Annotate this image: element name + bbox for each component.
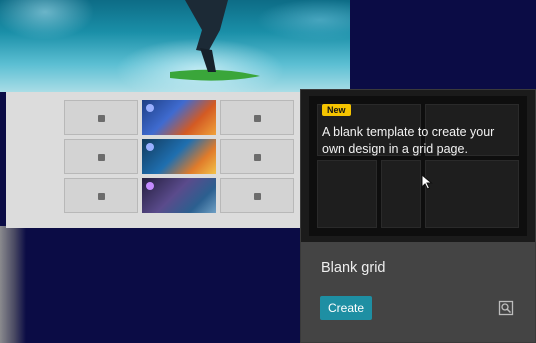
new-badge: New <box>322 104 351 116</box>
placeholder-cell <box>220 139 294 174</box>
image-placeholder-icon <box>254 114 261 122</box>
media-badge-icon <box>146 143 154 151</box>
preview-icon[interactable] <box>498 300 514 316</box>
media-thumbnail <box>142 178 216 213</box>
image-placeholder-icon <box>254 192 261 200</box>
placeholder-cell <box>64 139 138 174</box>
preview-row <box>64 139 296 174</box>
image-placeholder-icon <box>98 192 105 200</box>
template-layout-preview <box>6 92 302 228</box>
card-footer: Blank grid Create <box>301 242 535 342</box>
template-description: A blank template to create your own desi… <box>322 125 495 156</box>
media-badge-icon <box>146 104 154 112</box>
preview-row <box>64 100 296 135</box>
mouse-pointer-icon <box>421 174 433 190</box>
placeholder-cell <box>220 100 294 135</box>
placeholder-cell <box>64 178 138 213</box>
blank-grid-template-card[interactable]: New A blank template to create your own … <box>300 89 536 343</box>
image-placeholder-icon <box>98 153 105 161</box>
placeholder-cell <box>220 178 294 213</box>
placeholder-cell <box>64 100 138 135</box>
preview-row <box>64 178 296 213</box>
template-thumbnail[interactable]: New A blank template to create your own … <box>309 96 527 236</box>
media-thumbnail <box>142 100 216 135</box>
image-placeholder-icon <box>254 153 261 161</box>
thumbnail-grid-layout <box>317 104 519 228</box>
surfer-figure <box>170 0 260 81</box>
left-edge-shadow <box>0 226 26 343</box>
grid-block <box>381 160 421 228</box>
card-title: Blank grid <box>321 260 386 276</box>
hero-surf-image <box>0 0 350 92</box>
create-button[interactable]: Create <box>320 296 372 320</box>
media-badge-icon <box>146 182 154 190</box>
grid-block <box>317 160 377 228</box>
image-placeholder-icon <box>98 114 105 122</box>
media-thumbnail <box>142 139 216 174</box>
grid-block <box>425 160 519 228</box>
